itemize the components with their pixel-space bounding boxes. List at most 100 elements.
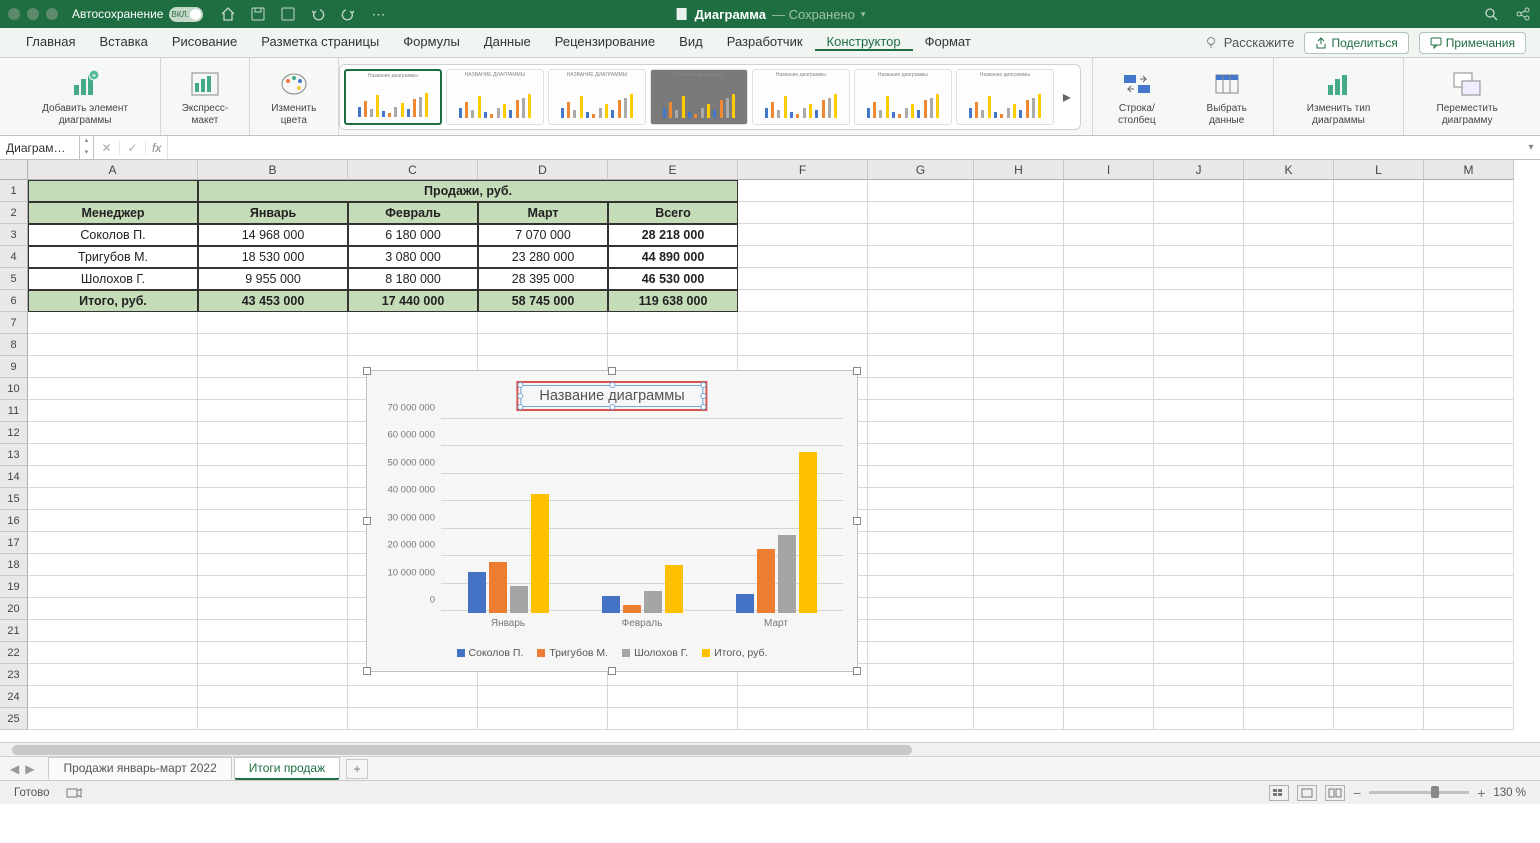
cell[interactable] xyxy=(868,444,974,466)
cell[interactable] xyxy=(348,312,478,334)
col-header-L[interactable]: L xyxy=(1334,160,1424,180)
cell[interactable] xyxy=(1064,466,1154,488)
cell[interactable] xyxy=(1064,554,1154,576)
chevron-down-icon[interactable]: ▾ xyxy=(861,9,866,20)
cell[interactable] xyxy=(868,620,974,642)
bar[interactable] xyxy=(644,591,662,613)
cell[interactable] xyxy=(868,642,974,664)
cell[interactable] xyxy=(1424,400,1514,422)
cell[interactable]: 46 530 000 xyxy=(608,268,738,290)
zoom-in-button[interactable]: + xyxy=(1477,785,1485,801)
bar[interactable] xyxy=(602,596,620,613)
cell[interactable] xyxy=(1334,708,1424,730)
legend-item[interactable]: Итого, руб. xyxy=(702,647,767,659)
resize-handle[interactable] xyxy=(363,667,371,675)
cell[interactable] xyxy=(28,554,198,576)
switch-row-column-button[interactable]: Строка/столбец xyxy=(1092,58,1181,135)
cell[interactable] xyxy=(1154,246,1244,268)
cell[interactable] xyxy=(1244,488,1334,510)
cell[interactable] xyxy=(198,532,348,554)
cell[interactable] xyxy=(1244,400,1334,422)
cell[interactable] xyxy=(1334,466,1424,488)
cell[interactable] xyxy=(974,312,1064,334)
cell[interactable] xyxy=(198,400,348,422)
home-icon[interactable] xyxy=(219,5,237,23)
legend-item[interactable]: Шолохов Г. xyxy=(622,647,688,659)
cell[interactable]: Менеджер xyxy=(28,202,198,224)
cell[interactable] xyxy=(868,180,974,202)
cell[interactable] xyxy=(1154,224,1244,246)
cell[interactable] xyxy=(974,444,1064,466)
cell[interactable] xyxy=(974,620,1064,642)
ribbon-tab-данные[interactable]: Данные xyxy=(472,34,543,49)
cell[interactable] xyxy=(1064,598,1154,620)
cell[interactable] xyxy=(1424,488,1514,510)
title-handle[interactable] xyxy=(701,404,707,410)
ribbon-tab-формулы[interactable]: Формулы xyxy=(391,34,472,49)
cell[interactable] xyxy=(28,334,198,356)
row-header-24[interactable]: 24 xyxy=(0,686,28,708)
cell[interactable] xyxy=(1064,488,1154,510)
cell[interactable] xyxy=(974,356,1064,378)
chart-plot-area[interactable]: 010 000 00020 000 00030 000 00040 000 00… xyxy=(381,421,843,635)
cell[interactable] xyxy=(1064,202,1154,224)
chart-legend[interactable]: Соколов П.Тригубов М.Шолохов Г.Итого, ру… xyxy=(367,647,857,659)
cell[interactable] xyxy=(1244,598,1334,620)
cell[interactable]: 43 453 000 xyxy=(198,290,348,312)
row-header-12[interactable]: 12 xyxy=(0,422,28,444)
cell[interactable] xyxy=(738,312,868,334)
cell[interactable] xyxy=(1424,598,1514,620)
cell[interactable] xyxy=(974,224,1064,246)
horizontal-scrollbar[interactable] xyxy=(0,742,1540,756)
ribbon-tab-вставка[interactable]: Вставка xyxy=(87,34,159,49)
cell[interactable] xyxy=(198,510,348,532)
cell[interactable] xyxy=(974,202,1064,224)
resize-handle[interactable] xyxy=(363,517,371,525)
bar-group[interactable] xyxy=(575,421,709,613)
col-header-C[interactable]: C xyxy=(348,160,478,180)
cell[interactable] xyxy=(1334,246,1424,268)
window-controls[interactable] xyxy=(8,8,58,20)
cell[interactable] xyxy=(1244,312,1334,334)
row-header-3[interactable]: 3 xyxy=(0,224,28,246)
cell[interactable] xyxy=(608,312,738,334)
row-header-9[interactable]: 9 xyxy=(0,356,28,378)
cell[interactable] xyxy=(1244,532,1334,554)
cell[interactable] xyxy=(1244,466,1334,488)
cell[interactable] xyxy=(1064,356,1154,378)
cell[interactable] xyxy=(1424,224,1514,246)
chart-style-1[interactable]: Название диаграммы xyxy=(344,69,442,125)
cell[interactable] xyxy=(1154,290,1244,312)
cell[interactable] xyxy=(738,686,868,708)
accessibility-icon[interactable] xyxy=(66,786,82,800)
cell[interactable] xyxy=(1334,664,1424,686)
ribbon-tab-конструктор[interactable]: Конструктор xyxy=(815,34,913,51)
col-header-A[interactable]: A xyxy=(28,160,198,180)
ribbon-tab-формат[interactable]: Формат xyxy=(913,34,983,49)
cancel-icon[interactable]: ✕ xyxy=(94,141,120,155)
select-all-corner[interactable] xyxy=(0,160,28,180)
cell[interactable] xyxy=(738,268,868,290)
cell[interactable] xyxy=(1064,576,1154,598)
row-header-14[interactable]: 14 xyxy=(0,466,28,488)
cell[interactable]: 17 440 000 xyxy=(348,290,478,312)
name-box-stepper[interactable]: ▴▾ xyxy=(80,136,94,159)
cell[interactable] xyxy=(28,598,198,620)
row-header-23[interactable]: 23 xyxy=(0,664,28,686)
next-sheet-icon[interactable]: ▶ xyxy=(25,762,34,776)
col-header-G[interactable]: G xyxy=(868,160,974,180)
cell[interactable] xyxy=(1154,180,1244,202)
cell[interactable] xyxy=(868,224,974,246)
cell[interactable] xyxy=(1244,290,1334,312)
cell[interactable] xyxy=(1064,268,1154,290)
add-chart-element-button[interactable]: + Добавить элемент диаграммы xyxy=(10,58,161,135)
cell[interactable] xyxy=(868,532,974,554)
cell[interactable] xyxy=(868,466,974,488)
cell[interactable] xyxy=(198,334,348,356)
cell[interactable] xyxy=(1244,554,1334,576)
cell[interactable] xyxy=(198,686,348,708)
formula-input[interactable] xyxy=(167,136,1522,159)
cell[interactable] xyxy=(974,488,1064,510)
cell[interactable] xyxy=(974,334,1064,356)
cell[interactable] xyxy=(1334,686,1424,708)
